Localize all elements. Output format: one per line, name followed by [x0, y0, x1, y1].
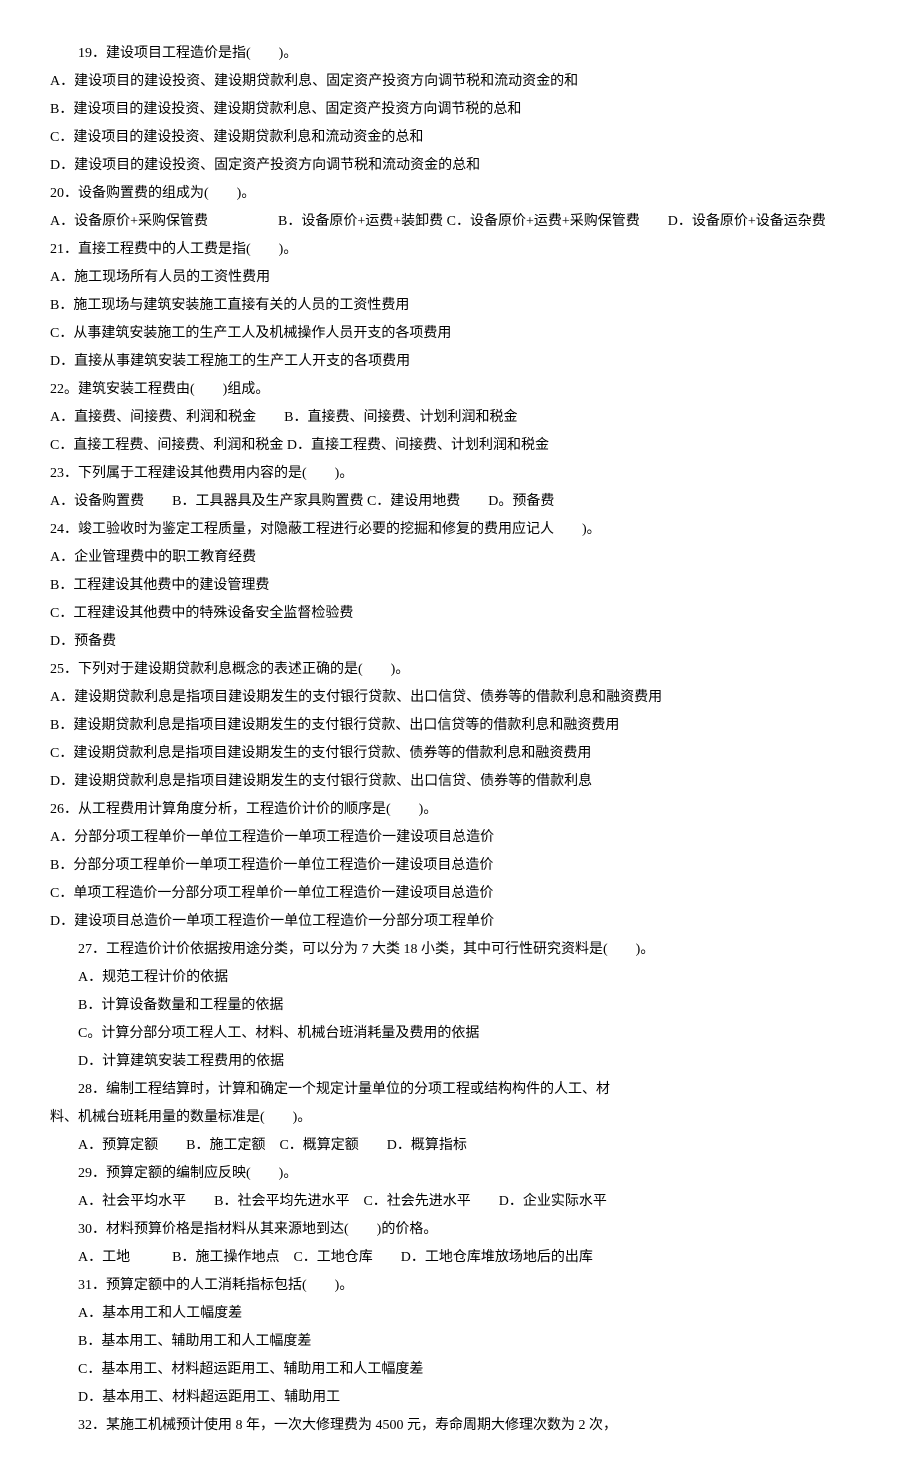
text-line: C．工程建设其他费中的特殊设备安全监督检验费: [50, 600, 870, 628]
text-line: A．工地 B．施工操作地点 C．工地仓库 D．工地仓库堆放场地后的出库: [50, 1244, 870, 1272]
text-line: A．建设项目的建设投资、建设期贷款利息、固定资产投资方向调节税和流动资金的和: [50, 68, 870, 96]
text-line: A．直接费、间接费、利润和税金 B．直接费、间接费、计划利润和税金: [50, 404, 870, 432]
text-line: 27．工程造价计价依据按用途分类，可以分为 7 大类 18 小类，其中可行性研究…: [50, 936, 870, 964]
text-line: B．计算设备数量和工程量的依据: [50, 992, 870, 1020]
text-line: D．预备费: [50, 628, 870, 656]
text-line: 23．下列属于工程建设其他费用内容的是( )。: [50, 460, 870, 488]
text-line: D．直接从事建筑安装工程施工的生产工人开支的各项费用: [50, 348, 870, 376]
text-line: B．施工现场与建筑安装施工直接有关的人员的工资性费用: [50, 292, 870, 320]
text-line: C．建设项目的建设投资、建设期贷款利息和流动资金的总和: [50, 124, 870, 152]
text-line: C．基本用工、材料超运距用工、辅助用工和人工幅度差: [50, 1356, 870, 1384]
text-line: C．建设期贷款利息是指项目建设期发生的支付银行贷款、债券等的借款利息和融资费用: [50, 740, 870, 768]
text-line: 26．从工程费用计算角度分析，工程造价计价的顺序是( )。: [50, 796, 870, 824]
text-line: 22。建筑安装工程费由( )组成。: [50, 376, 870, 404]
text-line: C．从事建筑安装施工的生产工人及机械操作人员开支的各项费用: [50, 320, 870, 348]
text-line: B．工程建设其他费中的建设管理费: [50, 572, 870, 600]
text-line: A．社会平均水平 B．社会平均先进水平 C．社会先进水平 D．企业实际水平: [50, 1188, 870, 1216]
text-line: D．基本用工、材料超运距用工、辅助用工: [50, 1384, 870, 1412]
text-line: A．建设期贷款利息是指项目建设期发生的支付银行贷款、出口信贷、债券等的借款利息和…: [50, 684, 870, 712]
text-line: B．建设期贷款利息是指项目建设期发生的支付银行贷款、出口信贷等的借款利息和融资费…: [50, 712, 870, 740]
text-line: B．建设项目的建设投资、建设期贷款利息、固定资产投资方向调节税的总和: [50, 96, 870, 124]
text-line: A．规范工程计价的依据: [50, 964, 870, 992]
text-line: 32．某施工机械预计使用 8 年，一次大修理费为 4500 元，寿命周期大修理次…: [50, 1412, 870, 1440]
text-line: A．设备购置费 B．工具器具及生产家具购置费 C．建设用地费 D。预备费: [50, 488, 870, 516]
text-line: 29．预算定额的编制应反映( )。: [50, 1160, 870, 1188]
text-line: A．基本用工和人工幅度差: [50, 1300, 870, 1328]
text-line: A．企业管理费中的职工教育经费: [50, 544, 870, 572]
text-line: A．预算定额 B．施工定额 C．概算定额 D．概算指标: [50, 1132, 870, 1160]
text-line: C．直接工程费、间接费、利润和税金 D．直接工程费、间接费、计划利润和税金: [50, 432, 870, 460]
text-line: 30．材料预算价格是指材料从其来源地到达( )的价格。: [50, 1216, 870, 1244]
text-line: D．建设项目的建设投资、固定资产投资方向调节税和流动资金的总和: [50, 152, 870, 180]
document-content: 19．建设项目工程造价是指( )。A．建设项目的建设投资、建设期贷款利息、固定资…: [50, 40, 870, 1440]
text-line: D．建设项目总造价一单项工程造价一单位工程造价一分部分项工程单价: [50, 908, 870, 936]
text-line: 21．直接工程费中的人工费是指( )。: [50, 236, 870, 264]
text-line: C。计算分部分项工程人工、材料、机械台班消耗量及费用的依据: [50, 1020, 870, 1048]
text-line: D．计算建筑安装工程费用的依据: [50, 1048, 870, 1076]
text-line: C．单项工程造价一分部分项工程单价一单位工程造价一建设项目总造价: [50, 880, 870, 908]
text-line: 料、机械台班耗用量的数量标准是( )。: [50, 1104, 870, 1132]
text-line: A．设备原价+采购保管费 B．设备原价+运费+装卸费 C．设备原价+运费+采购保…: [50, 208, 870, 236]
text-line: 31．预算定额中的人工消耗指标包括( )。: [50, 1272, 870, 1300]
text-line: A．分部分项工程单价一单位工程造价一单项工程造价一建设项目总造价: [50, 824, 870, 852]
text-line: B．分部分项工程单价一单项工程造价一单位工程造价一建设项目总造价: [50, 852, 870, 880]
text-line: 28．编制工程结算时，计算和确定一个规定计量单位的分项工程或结构构件的人工、材: [50, 1076, 870, 1104]
text-line: B．基本用工、辅助用工和人工幅度差: [50, 1328, 870, 1356]
text-line: A．施工现场所有人员的工资性费用: [50, 264, 870, 292]
text-line: 24．竣工验收时为鉴定工程质量，对隐蔽工程进行必要的挖掘和修复的费用应记人 )。: [50, 516, 870, 544]
text-line: D．建设期贷款利息是指项目建设期发生的支付银行贷款、出口信贷、债券等的借款利息: [50, 768, 870, 796]
text-line: 25．下列对于建设期贷款利息概念的表述正确的是( )。: [50, 656, 870, 684]
text-line: 20．设备购置费的组成为( )。: [50, 180, 870, 208]
text-line: 19．建设项目工程造价是指( )。: [50, 40, 870, 68]
